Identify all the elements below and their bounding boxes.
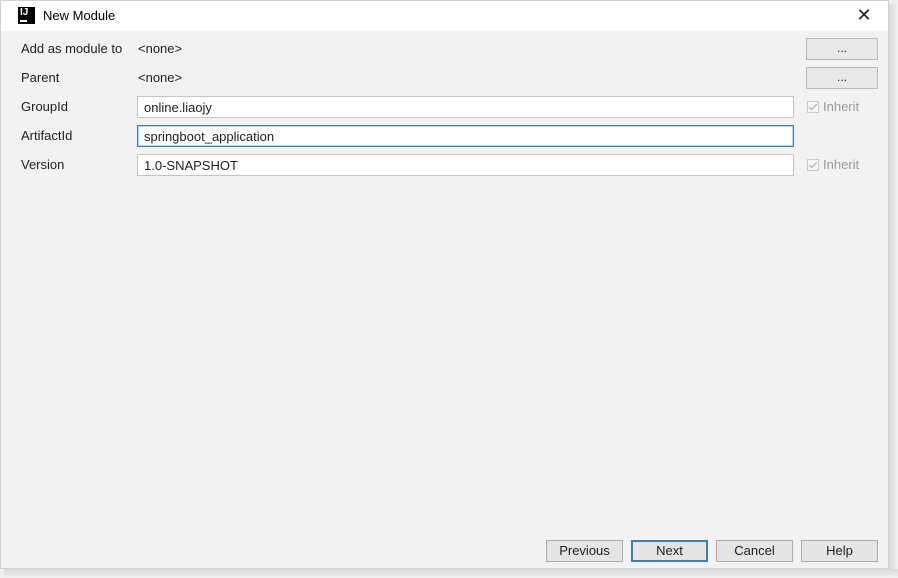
group-id-inherit-checkbox: Inherit — [807, 99, 859, 114]
version-label: Version — [21, 157, 65, 172]
add-as-module-to-value: <none> — [138, 41, 183, 56]
add-as-module-to-label: Add as module to — [21, 41, 123, 56]
help-button[interactable]: Help — [801, 540, 878, 562]
cancel-button[interactable]: Cancel — [716, 540, 793, 562]
window-shadow-right — [889, 4, 898, 578]
dialog-title: New Module — [43, 8, 116, 23]
parent-browse-button[interactable]: ... — [806, 67, 878, 89]
artifact-id-field[interactable] — [137, 125, 794, 147]
checkmark-icon — [807, 159, 819, 171]
add-as-module-to-browse-button[interactable]: ... — [806, 38, 878, 60]
version-inherit-checkbox: Inherit — [807, 157, 859, 172]
close-icon[interactable]: ✕ — [854, 5, 874, 25]
next-button[interactable]: Next — [631, 540, 708, 562]
group-id-inherit-label: Inherit — [823, 99, 860, 114]
group-id-field[interactable] — [137, 96, 794, 118]
version-field[interactable] — [137, 154, 794, 176]
artifact-id-label: ArtifactId — [21, 128, 73, 143]
checkmark-icon — [807, 101, 819, 113]
window-shadow-bottom — [4, 569, 898, 578]
intellij-idea-icon: IJ — [18, 7, 35, 24]
new-module-dialog: IJ New Module ✕ Add as module to <none> … — [0, 0, 889, 569]
group-id-label: GroupId — [21, 99, 68, 114]
parent-value: <none> — [138, 70, 183, 85]
title-bar: IJ New Module ✕ — [1, 1, 888, 31]
parent-label: Parent — [21, 70, 60, 85]
version-inherit-label: Inherit — [823, 157, 860, 172]
previous-button[interactable]: Previous — [546, 540, 623, 562]
